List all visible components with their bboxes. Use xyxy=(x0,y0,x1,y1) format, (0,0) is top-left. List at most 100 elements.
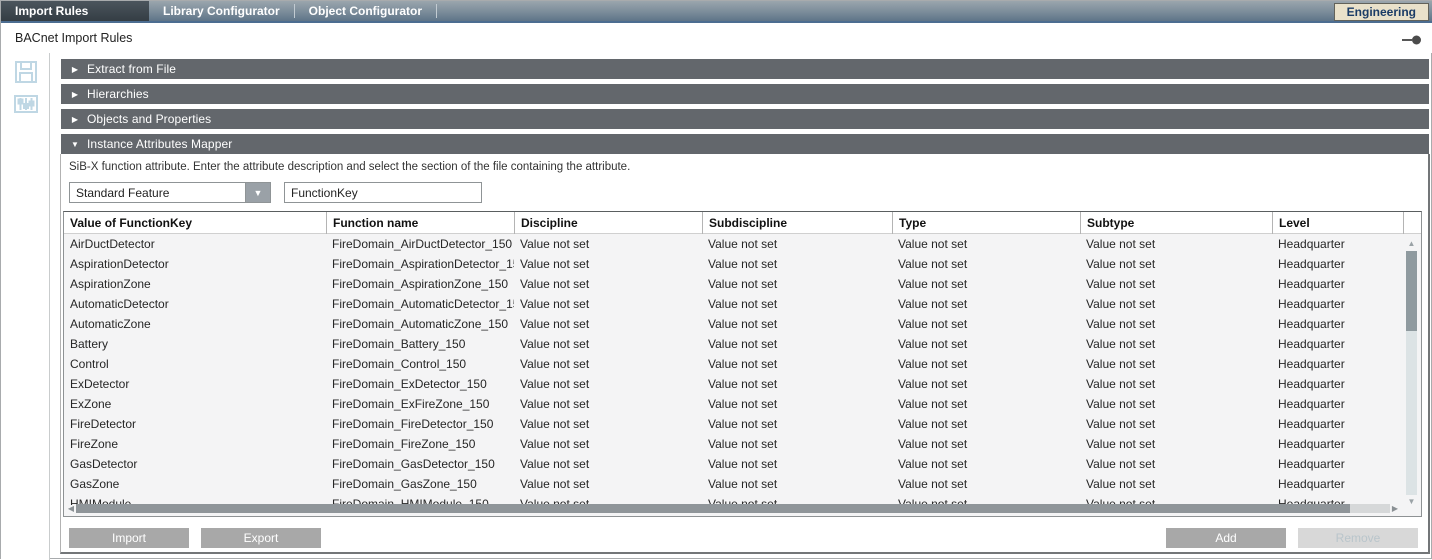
column-header[interactable]: Level xyxy=(1272,212,1404,234)
table-cell: Value not set xyxy=(702,434,892,454)
table-cell: Value not set xyxy=(514,374,702,394)
table-cell: Headquarter xyxy=(1272,474,1404,494)
table-cell: Headquarter xyxy=(1272,314,1404,334)
table-cell: Value not set xyxy=(514,334,702,354)
table-cell: Value not set xyxy=(514,294,702,314)
table-cell: Value not set xyxy=(702,454,892,474)
tab-library-configurator[interactable]: Library Configurator xyxy=(149,1,294,21)
section-header-extract-from-file[interactable]: ▶ Extract from File xyxy=(61,59,1429,79)
table-row[interactable]: GasDetectorFireDomain_GasDetector_150Val… xyxy=(64,454,1421,474)
table-cell: FireDomain_AspirationDetector_150 xyxy=(326,254,514,274)
tab-bar: Import Rules Library Configurator Object… xyxy=(1,1,1432,23)
table-cell: Value not set xyxy=(514,254,702,274)
table-row[interactable]: FireZoneFireDomain_FireZone_150Value not… xyxy=(64,434,1421,454)
table-cell: Value not set xyxy=(1080,334,1272,354)
table-cell: Headquarter xyxy=(1272,454,1404,474)
section-label: Extract from File xyxy=(87,62,176,76)
table-row[interactable]: AutomaticDetectorFireDomain_AutomaticDet… xyxy=(64,294,1421,314)
section-header-instance-attributes-mapper[interactable]: ▼ Instance Attributes Mapper xyxy=(61,134,1429,154)
table-cell: Value not set xyxy=(892,474,1080,494)
horizontal-scrollbar[interactable]: ◀ ▶ xyxy=(66,503,1400,514)
table-cell: Value not set xyxy=(702,254,892,274)
table-cell: Value not set xyxy=(514,314,702,334)
horizontal-scroll-thumb[interactable] xyxy=(76,504,1350,513)
table-cell: Headquarter xyxy=(1272,254,1404,274)
expanded-arrow-icon: ▼ xyxy=(67,140,83,149)
table-cell: Value not set xyxy=(514,454,702,474)
tab-separator xyxy=(436,4,437,18)
table-cell: FireDomain_AutomaticZone_150 xyxy=(326,314,514,334)
pin-icon[interactable] xyxy=(1401,33,1423,45)
feature-select[interactable]: Standard Feature ▼ xyxy=(69,182,271,203)
add-button[interactable]: Add xyxy=(1166,528,1286,548)
table-row[interactable]: AutomaticZoneFireDomain_AutomaticZone_15… xyxy=(64,314,1421,334)
table-cell: FireDomain_ExFireZone_150 xyxy=(326,394,514,414)
table-cell: FireDomain_AutomaticDetector_150 xyxy=(326,294,514,314)
table-row[interactable]: ExZoneFireDomain_ExFireZone_150Value not… xyxy=(64,394,1421,414)
table-cell: Value not set xyxy=(702,334,892,354)
table-cell: Value not set xyxy=(892,294,1080,314)
section-label: Instance Attributes Mapper xyxy=(87,137,232,151)
table-row[interactable]: FireDetectorFireDomain_FireDetector_150V… xyxy=(64,414,1421,434)
table-cell: Value not set xyxy=(1080,294,1272,314)
table-row[interactable]: GasZoneFireDomain_GasZone_150Value not s… xyxy=(64,474,1421,494)
column-header[interactable]: Discipline xyxy=(514,212,702,234)
table-cell: Value not set xyxy=(514,434,702,454)
column-header[interactable]: Function name xyxy=(326,212,514,234)
table-cell: Value not set xyxy=(702,294,892,314)
table-row[interactable]: ExDetectorFireDomain_ExDetector_150Value… xyxy=(64,374,1421,394)
table-cell: Value not set xyxy=(892,274,1080,294)
table-cell: Headquarter xyxy=(1272,414,1404,434)
table-cell: Headquarter xyxy=(1272,294,1404,314)
export-button[interactable]: Export xyxy=(201,528,321,548)
table-cell: Value not set xyxy=(514,414,702,434)
scroll-left-icon[interactable]: ◀ xyxy=(66,503,76,514)
table-row[interactable]: BatteryFireDomain_Battery_150Value not s… xyxy=(64,334,1421,354)
table-row[interactable]: ControlFireDomain_Control_150Value not s… xyxy=(64,354,1421,374)
table-cell: Headquarter xyxy=(1272,434,1404,454)
column-header[interactable]: Value of FunctionKey xyxy=(64,212,326,234)
vertical-scroll-track[interactable] xyxy=(1406,331,1417,495)
tab-import-rules[interactable]: Import Rules xyxy=(1,1,149,21)
section-header-hierarchies[interactable]: ▶ Hierarchies xyxy=(61,84,1429,104)
table-cell: Value not set xyxy=(892,454,1080,474)
import-button[interactable]: Import xyxy=(69,528,189,548)
engineering-mode-badge: Engineering xyxy=(1334,3,1429,21)
section-label: Hierarchies xyxy=(87,87,149,101)
table-cell: Value not set xyxy=(514,234,702,254)
table-cell: Value not set xyxy=(892,234,1080,254)
vertical-scroll-thumb[interactable] xyxy=(1406,251,1417,331)
table-cell: Headquarter xyxy=(1272,374,1404,394)
table-cell: Value not set xyxy=(514,394,702,414)
table-row[interactable]: AspirationDetectorFireDomain_AspirationD… xyxy=(64,254,1421,274)
scroll-up-icon[interactable]: ▲ xyxy=(1408,239,1416,249)
horizontal-scroll-track[interactable] xyxy=(1350,504,1390,513)
table-row[interactable]: AirDuctDetectorFireDomain_AirDuctDetecto… xyxy=(64,234,1421,254)
section-header-objects-and-properties[interactable]: ▶ Objects and Properties xyxy=(61,109,1429,129)
table-row[interactable]: AspirationZoneFireDomain_AspirationZone_… xyxy=(64,274,1421,294)
tab-object-configurator[interactable]: Object Configurator xyxy=(295,1,436,21)
scroll-right-icon[interactable]: ▶ xyxy=(1390,503,1400,514)
table-cell: Value not set xyxy=(702,354,892,374)
column-header[interactable]: Subdiscipline xyxy=(702,212,892,234)
column-header[interactable]: Type xyxy=(892,212,1080,234)
table-cell: Headquarter xyxy=(1272,334,1404,354)
attribute-input[interactable] xyxy=(284,182,482,203)
column-header[interactable]: Subtype xyxy=(1080,212,1272,234)
table-cell: AutomaticZone xyxy=(64,314,326,334)
save-button[interactable] xyxy=(9,59,43,85)
vertical-scrollbar[interactable]: ▲ ▼ xyxy=(1405,239,1418,507)
table-cell: Value not set xyxy=(892,254,1080,274)
filter-settings-button[interactable] xyxy=(9,91,43,117)
feature-select-value: Standard Feature xyxy=(69,182,245,203)
table-cell: GasZone xyxy=(64,474,326,494)
dropdown-arrow-icon[interactable]: ▼ xyxy=(245,182,271,203)
table-cell: Value not set xyxy=(1080,474,1272,494)
scroll-down-icon[interactable]: ▼ xyxy=(1408,497,1416,507)
collapsed-arrow-icon: ▶ xyxy=(67,115,83,124)
table-cell: Value not set xyxy=(702,274,892,294)
save-icon xyxy=(13,60,39,84)
table-cell: Headquarter xyxy=(1272,234,1404,254)
table-cell: Value not set xyxy=(1080,274,1272,294)
table-cell: ExDetector xyxy=(64,374,326,394)
